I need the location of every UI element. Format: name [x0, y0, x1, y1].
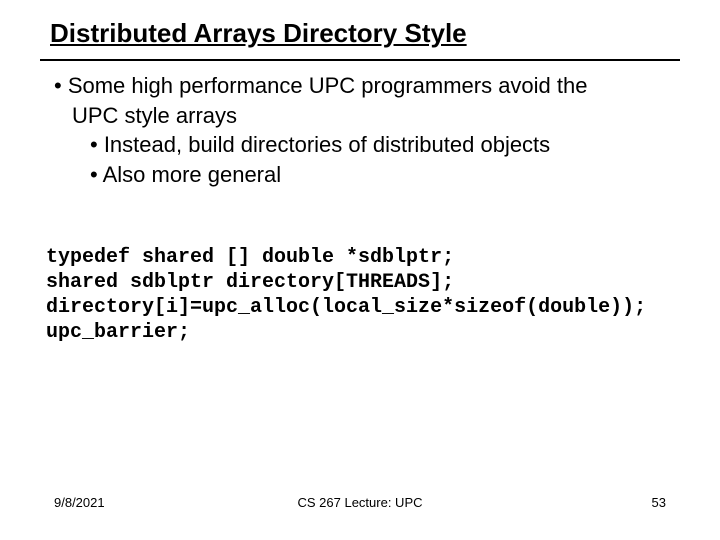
code-block: typedef shared [] double *sdblptr; share… [46, 245, 676, 345]
footer-center: CS 267 Lecture: UPC [297, 495, 422, 510]
bullet-1: • Some high performance UPC programmers … [54, 72, 674, 100]
body-text: • Some high performance UPC programmers … [54, 72, 674, 190]
footer: 9/8/2021 CS 267 Lecture: UPC 53 [54, 495, 666, 510]
footer-page-number: 53 [652, 495, 666, 510]
title-underline-rule [40, 59, 680, 61]
slide: Distributed Arrays Directory Style • Som… [0, 0, 720, 540]
bullet-2a: • Instead, build directories of distribu… [54, 131, 674, 159]
slide-title: Distributed Arrays Directory Style [50, 18, 467, 49]
bullet-1-cont: UPC style arrays [54, 102, 674, 130]
footer-date: 9/8/2021 [54, 495, 105, 510]
bullet-2b: • Also more general [54, 161, 674, 189]
